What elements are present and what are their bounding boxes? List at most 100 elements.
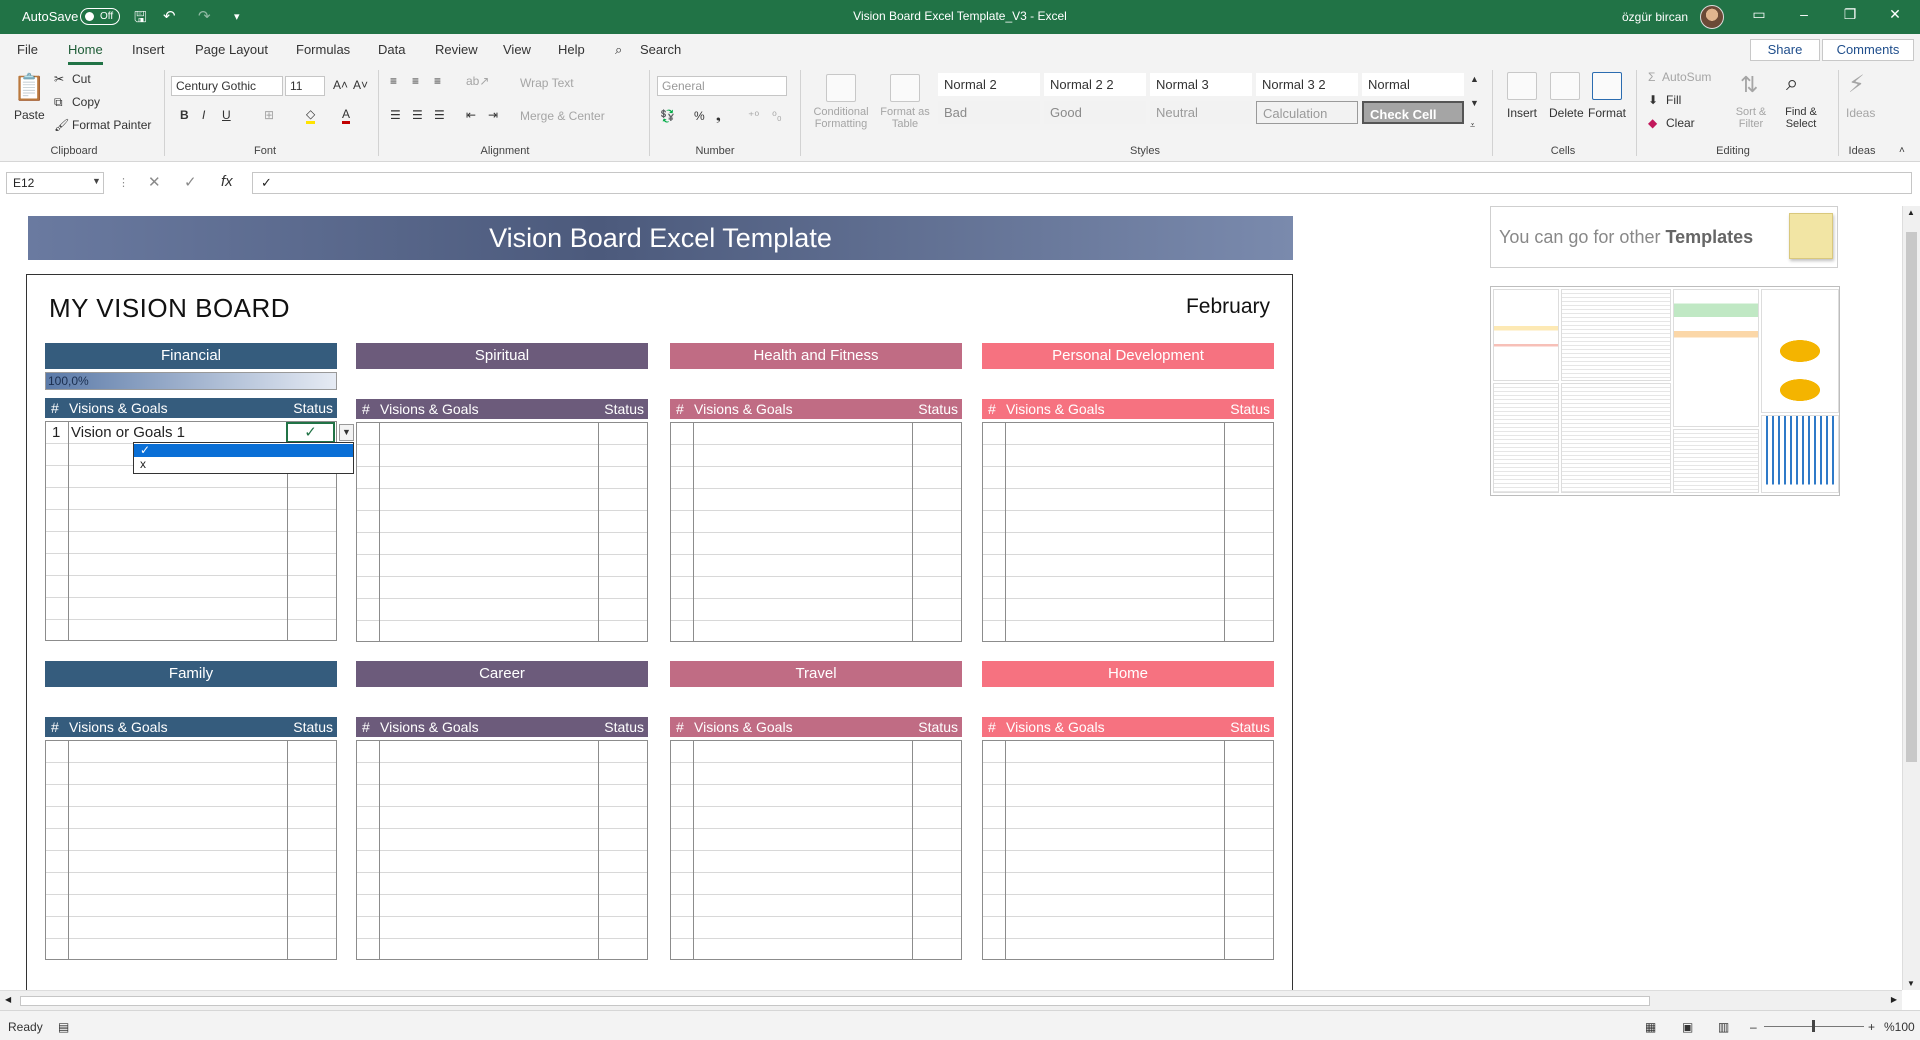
search-label[interactable]: Search [640,42,681,57]
align-center-icon[interactable]: ☰ [412,108,423,122]
paste-icon[interactable]: 📋 [13,72,45,103]
copy-button[interactable]: Copy [72,95,100,109]
ribbon-display-icon[interactable]: ▭ [1739,6,1779,23]
format-cells-button[interactable]: Format [1588,106,1626,120]
status-cell-selected[interactable]: ✓ [286,422,335,443]
search-icon[interactable]: ⌕ [615,42,622,58]
align-bottom-icon[interactable]: ≡ [434,74,441,88]
template-thumbnail[interactable] [1561,383,1671,493]
user-name[interactable]: özgür bircan [1622,10,1688,24]
template-thumbnail[interactable] [1761,289,1839,413]
paste-button[interactable]: Paste [14,108,45,122]
vertical-scroll-thumb[interactable] [1906,232,1917,762]
dropdown-option-x[interactable]: x [134,458,353,471]
template-thumbnail[interactable] [1493,383,1559,493]
template-thumbnail[interactable] [1761,415,1839,493]
decrease-decimal-icon[interactable]: ⁰₀ [772,109,782,123]
dropdown-arrow-button[interactable]: ▼ [339,424,354,441]
sort-filter-button[interactable]: Sort & Filter [1734,106,1768,130]
zoom-in-icon[interactable]: + [1868,1020,1875,1034]
fill-icon[interactable]: ⬇ [1648,93,1658,107]
goals-table[interactable] [982,740,1274,960]
dropdown-option-check[interactable]: ✓ [134,444,353,457]
autosum-icon[interactable]: Σ [1648,70,1655,84]
fill-color-icon[interactable]: ◇ [306,107,316,124]
decrease-font-icon[interactable]: A˅ [353,78,368,92]
formula-input[interactable]: ✓ [252,172,1912,194]
customize-qat-icon[interactable]: ▾ [234,10,240,23]
tab-home[interactable]: Home [68,42,103,65]
board-month[interactable]: February [1186,295,1270,319]
goals-table[interactable] [356,422,648,642]
conditional-formatting-button[interactable]: Conditional Formatting [808,106,874,130]
comments-button[interactable]: Comments [1822,39,1914,61]
goals-table[interactable] [670,740,962,960]
cut-icon[interactable]: ✂ [54,72,64,86]
delete-cells-button[interactable]: Delete [1549,106,1584,120]
goal-text[interactable]: Vision or Goals 1 [71,422,185,443]
save-icon[interactable]: 🖫 [134,7,147,32]
template-thumbnail[interactable] [1673,289,1759,427]
insert-function-icon[interactable]: fx [221,173,233,190]
minimize-icon[interactable]: – [1784,6,1824,22]
gallery-more-icon[interactable]: ⩡ [1470,120,1475,131]
comma-icon[interactable]: ❟ [716,109,721,124]
scroll-up-icon[interactable]: ▲ [1907,208,1915,217]
cell-style-item[interactable]: Bad [938,101,1040,124]
accounting-icon[interactable]: 💱 [660,109,675,123]
cancel-entry-icon[interactable]: ✕ [148,173,161,191]
template-thumbnail[interactable] [1673,429,1759,493]
increase-decimal-icon[interactable]: ⁺⁰ [748,109,759,123]
gallery-scroll-up-icon[interactable]: ▲ [1470,74,1479,84]
cell-style-item[interactable]: Calculation [1256,101,1358,124]
gallery-scroll-down-icon[interactable]: ▼ [1470,98,1479,108]
format-painter-icon[interactable]: 🖌 [54,118,69,132]
format-as-table-button[interactable]: Format as Table [878,106,932,130]
template-thumbnail[interactable] [1561,289,1671,381]
bold-icon[interactable]: B [180,108,189,122]
zoom-slider-thumb[interactable] [1812,1020,1815,1032]
copy-icon[interactable]: ⧉ [54,95,63,110]
template-thumbnails[interactable] [1490,286,1840,496]
increase-font-icon[interactable]: A˄ [333,78,348,92]
font-size-select[interactable]: 11 [285,76,325,96]
format-as-table-icon[interactable] [890,74,920,102]
redo-icon[interactable]: ↷ [198,7,211,25]
borders-icon[interactable]: ⊞ [264,108,274,122]
format-painter-button[interactable]: Format Painter [72,118,151,132]
vertical-scrollbar[interactable]: ▲ ▼ [1902,206,1920,990]
find-select-button[interactable]: Find & Select [1780,106,1822,130]
tab-help[interactable]: Help [558,42,585,57]
clear-icon[interactable]: ◆ [1648,116,1657,130]
cell-style-item[interactable]: Normal 2 [938,73,1040,96]
scroll-right-icon[interactable]: ▶ [1891,995,1897,1004]
page-layout-view-icon[interactable]: ▣ [1682,1020,1693,1034]
font-name-select[interactable]: Century Gothic [171,76,283,96]
other-templates-box[interactable]: You can go for other Templates [1490,206,1838,268]
decrease-indent-icon[interactable]: ⇤ [466,108,476,122]
increase-indent-icon[interactable]: ⇥ [488,108,498,122]
page-break-view-icon[interactable]: ▥ [1718,1020,1729,1034]
horizontal-scroll-thumb[interactable] [20,996,1650,1006]
tab-view[interactable]: View [503,42,531,57]
confirm-entry-icon[interactable]: ✓ [184,173,197,191]
cut-button[interactable]: Cut [72,72,91,86]
tab-formulas[interactable]: Formulas [296,42,350,57]
autosum-button[interactable]: AutoSum [1662,70,1711,84]
ideas-button[interactable]: Ideas [1846,106,1875,120]
zoom-out-icon[interactable]: – [1750,1020,1757,1034]
merge-center-button[interactable]: Merge & Center [520,109,605,123]
close-icon[interactable]: ✕ [1875,6,1915,23]
tab-insert[interactable]: Insert [132,42,165,57]
goals-table[interactable] [670,422,962,642]
cell-style-item[interactable]: Normal 2 2 [1044,73,1146,96]
status-dropdown-list[interactable]: ✓ x [133,442,354,474]
autosave-toggle[interactable]: Off [80,8,120,25]
find-select-icon[interactable]: ⌕ [1786,70,1798,96]
scroll-down-icon[interactable]: ▼ [1907,979,1915,988]
italic-icon[interactable]: I [202,108,205,122]
orientation-icon[interactable]: ab↗ [466,74,489,88]
zoom-level[interactable]: %100 [1884,1020,1915,1034]
restore-icon[interactable]: ❐ [1830,6,1870,23]
align-top-icon[interactable]: ≡ [390,74,397,88]
